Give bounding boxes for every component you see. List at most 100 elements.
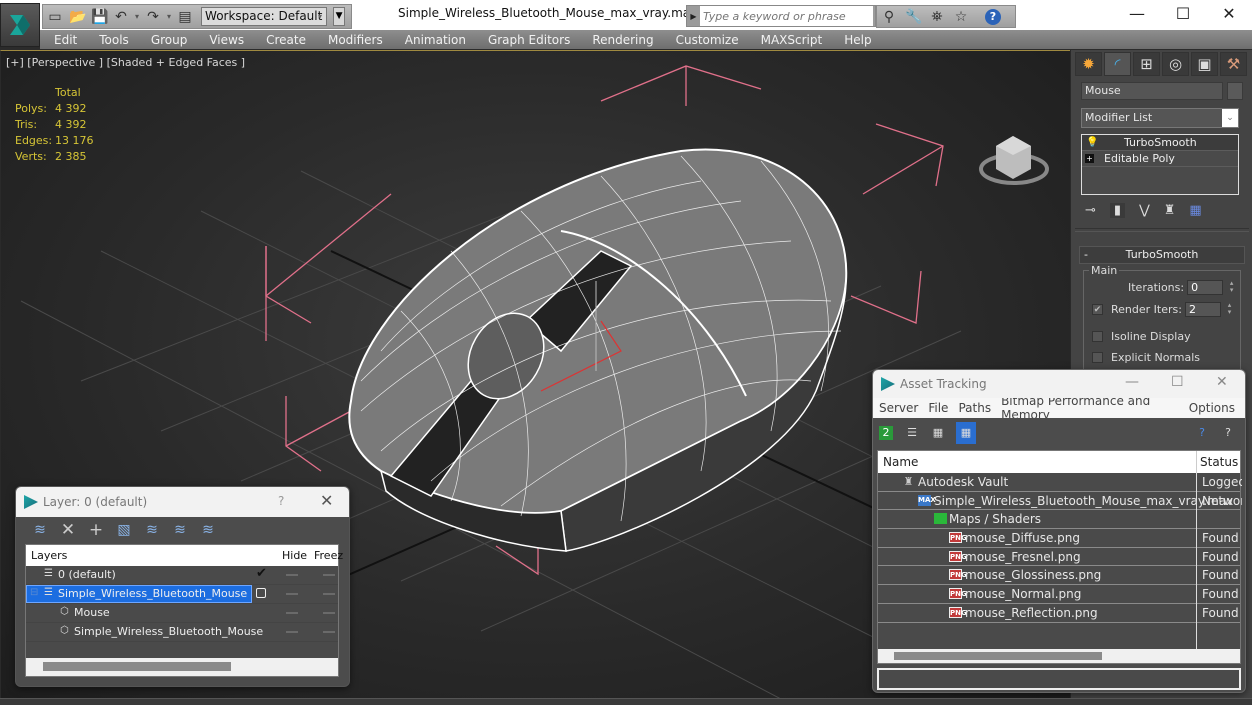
display-tab-icon[interactable]: ▣ <box>1191 52 1218 76</box>
explicit-normals-checkbox[interactable] <box>1092 352 1103 363</box>
hide-toggle[interactable] <box>286 574 298 576</box>
delete-layer-icon[interactable]: ✕ <box>59 520 77 540</box>
binoculars-icon[interactable]: ⚲ <box>881 9 897 25</box>
asset-row[interactable]: MAX Simple_Wireless_Bluetooth_Mouse_max_… <box>878 492 1242 511</box>
render-iters-input[interactable]: 2 <box>1184 302 1221 317</box>
viewport-label[interactable]: [+] [Perspective ] [Shaded + Edged Faces… <box>6 56 245 69</box>
asset-row[interactable]: PNG mouse_Normal.png Found <box>878 585 1240 604</box>
object-row[interactable]: ⬡ Mouse <box>26 604 338 623</box>
help-button[interactable]: ? <box>278 494 284 508</box>
menu-maxscript[interactable]: MAXScript <box>761 33 823 47</box>
object-name-field[interactable]: Mouse <box>1081 82 1223 100</box>
search-input[interactable] <box>700 6 873 26</box>
column-header-layers[interactable]: Layers <box>31 549 67 562</box>
close-button[interactable]: ✕ <box>320 491 333 510</box>
maximize-button[interactable]: ☐ <box>1171 374 1184 390</box>
app-menu-button[interactable] <box>0 3 40 47</box>
open-file-icon[interactable]: 📂 <box>69 9 86 25</box>
viewcube[interactable] <box>979 136 1049 185</box>
menu-customize[interactable]: Customize <box>676 33 739 47</box>
project-folder-icon[interactable]: ▤ <box>177 9 193 25</box>
remove-modifier-icon[interactable]: ♜ <box>1164 203 1176 218</box>
modifier-list-dropdown[interactable]: Modifier List ⌄ <box>1081 108 1239 128</box>
menu-graph-editors[interactable]: Graph Editors <box>488 33 570 47</box>
save-icon[interactable]: 💾 <box>91 9 108 25</box>
search-expand-icon[interactable]: ▶ <box>687 12 700 21</box>
asset-row[interactable]: PNG mouse_Diffuse.png Found <box>878 529 1240 548</box>
satellite-icon[interactable]: ⛯ <box>929 9 945 25</box>
stack-item-editable-poly[interactable]: + Editable Poly <box>1082 151 1238 167</box>
hide-toggle[interactable] <box>286 593 298 595</box>
isoline-display-checkbox[interactable] <box>1092 331 1103 342</box>
freeze-toggle[interactable] <box>323 574 335 576</box>
help-icon[interactable]: ? <box>1195 426 1209 440</box>
scrollbar-thumb[interactable] <box>43 662 231 671</box>
add-to-layer-icon[interactable]: + <box>87 520 105 540</box>
qat-customize-button[interactable]: ▼ <box>333 7 346 26</box>
menu-group[interactable]: Group <box>151 33 188 47</box>
menu-modifiers[interactable]: Modifiers <box>328 33 383 47</box>
hide-toggle[interactable] <box>286 631 298 633</box>
hide-toggle[interactable] <box>286 612 298 614</box>
menu-paths[interactable]: Paths <box>958 401 991 415</box>
menu-tools[interactable]: Tools <box>99 33 129 47</box>
layer-row[interactable]: ⊟ ☰ Simple_Wireless_Bluetooth_Mouse <box>26 585 338 604</box>
create-tab-icon[interactable]: ✹ <box>1075 52 1102 76</box>
star-icon[interactable]: ☆ <box>953 9 969 25</box>
asset-row[interactable]: PNG mouse_Fresnel.png Found <box>878 548 1240 567</box>
stack-item-turbosmooth[interactable]: 💡 TurboSmooth <box>1082 135 1238 151</box>
collapse-icon[interactable]: ⊟ <box>30 587 38 598</box>
iterations-input[interactable]: 0 <box>1187 280 1224 295</box>
maximize-button[interactable]: ☐ <box>1160 0 1206 30</box>
menu-animation[interactable]: Animation <box>405 33 466 47</box>
asset-row[interactable]: PNG mouse_Reflection.png Found <box>878 604 1240 623</box>
minimize-button[interactable]: — <box>1114 0 1160 30</box>
hierarchy-tab-icon[interactable]: ⊞ <box>1133 52 1160 76</box>
motion-tab-icon[interactable]: ◎ <box>1162 52 1189 76</box>
configure-sets-icon[interactable]: ▦ <box>1189 203 1201 218</box>
modify-tab-icon[interactable]: ◜ <box>1104 52 1131 76</box>
context-help-icon[interactable]: ? <box>1221 426 1235 440</box>
dialog-title-bar[interactable]: Asset Tracking — ☐ ✕ <box>873 370 1245 398</box>
make-unique-icon[interactable]: ⋁ <box>1139 203 1150 218</box>
column-header-freeze[interactable]: Freez <box>314 549 343 562</box>
workspace-select[interactable]: Workspace: Default ▾ <box>201 7 328 26</box>
layer-settings-icon[interactable]: ≋ <box>199 522 217 538</box>
object-row[interactable]: ⬡ Simple_Wireless_Bluetooth_Mouse <box>26 623 338 642</box>
thumbnail-view-icon[interactable]: ▦ <box>931 426 945 440</box>
horizontal-scrollbar[interactable] <box>26 658 338 676</box>
menu-views[interactable]: Views <box>209 33 244 47</box>
freeze-toggle[interactable] <box>323 593 335 595</box>
close-button[interactable]: ✕ <box>1206 0 1252 30</box>
lightbulb-icon[interactable]: 💡 <box>1086 135 1098 151</box>
select-layer-icon[interactable]: ≋ <box>143 522 161 538</box>
utilities-tab-icon[interactable]: ⚒ <box>1220 52 1247 76</box>
table-view-icon[interactable]: ▦ <box>956 422 976 444</box>
list-view-icon[interactable]: ☰ <box>905 426 919 440</box>
menu-server[interactable]: Server <box>879 401 918 415</box>
column-header-name[interactable]: Name <box>883 455 918 469</box>
new-layer-icon[interactable]: ≋ <box>31 522 49 538</box>
set-current-layer-icon[interactable]: ≋ <box>171 522 189 538</box>
asset-row[interactable]: PNG mouse_Glossiness.png Found <box>878 566 1240 586</box>
asset-row[interactable]: ♜ Autodesk Vault Logged <box>878 473 1242 492</box>
layer-row[interactable]: ☰ 0 (default) ✔ <box>26 566 338 585</box>
freeze-toggle[interactable] <box>323 631 335 633</box>
minimize-button[interactable]: — <box>1125 374 1139 390</box>
column-divider[interactable] <box>1196 451 1197 473</box>
dialog-title-bar[interactable]: Layer: 0 (default) ? ✕ <box>16 487 349 517</box>
show-end-result-icon[interactable]: ▮ <box>1109 203 1126 218</box>
pin-stack-icon[interactable]: ⊸ <box>1085 203 1096 218</box>
new-file-icon[interactable]: ▭ <box>47 9 63 25</box>
refresh-icon[interactable]: 2 <box>879 426 893 440</box>
undo-icon[interactable]: ↶ <box>113 9 129 25</box>
help-icon[interactable]: ? <box>985 8 1001 25</box>
menu-create[interactable]: Create <box>266 33 306 47</box>
menu-file[interactable]: File <box>928 401 948 415</box>
object-color-swatch[interactable] <box>1227 82 1243 100</box>
set-active-checkbox[interactable] <box>256 588 266 598</box>
turbosmooth-rollout-header[interactable]: - TurboSmooth <box>1079 246 1245 264</box>
undo-dropdown-icon[interactable]: ▾ <box>135 12 139 21</box>
active-layer-check-icon[interactable]: ✔ <box>256 566 267 581</box>
scrollbar-thumb[interactable] <box>894 652 1102 660</box>
